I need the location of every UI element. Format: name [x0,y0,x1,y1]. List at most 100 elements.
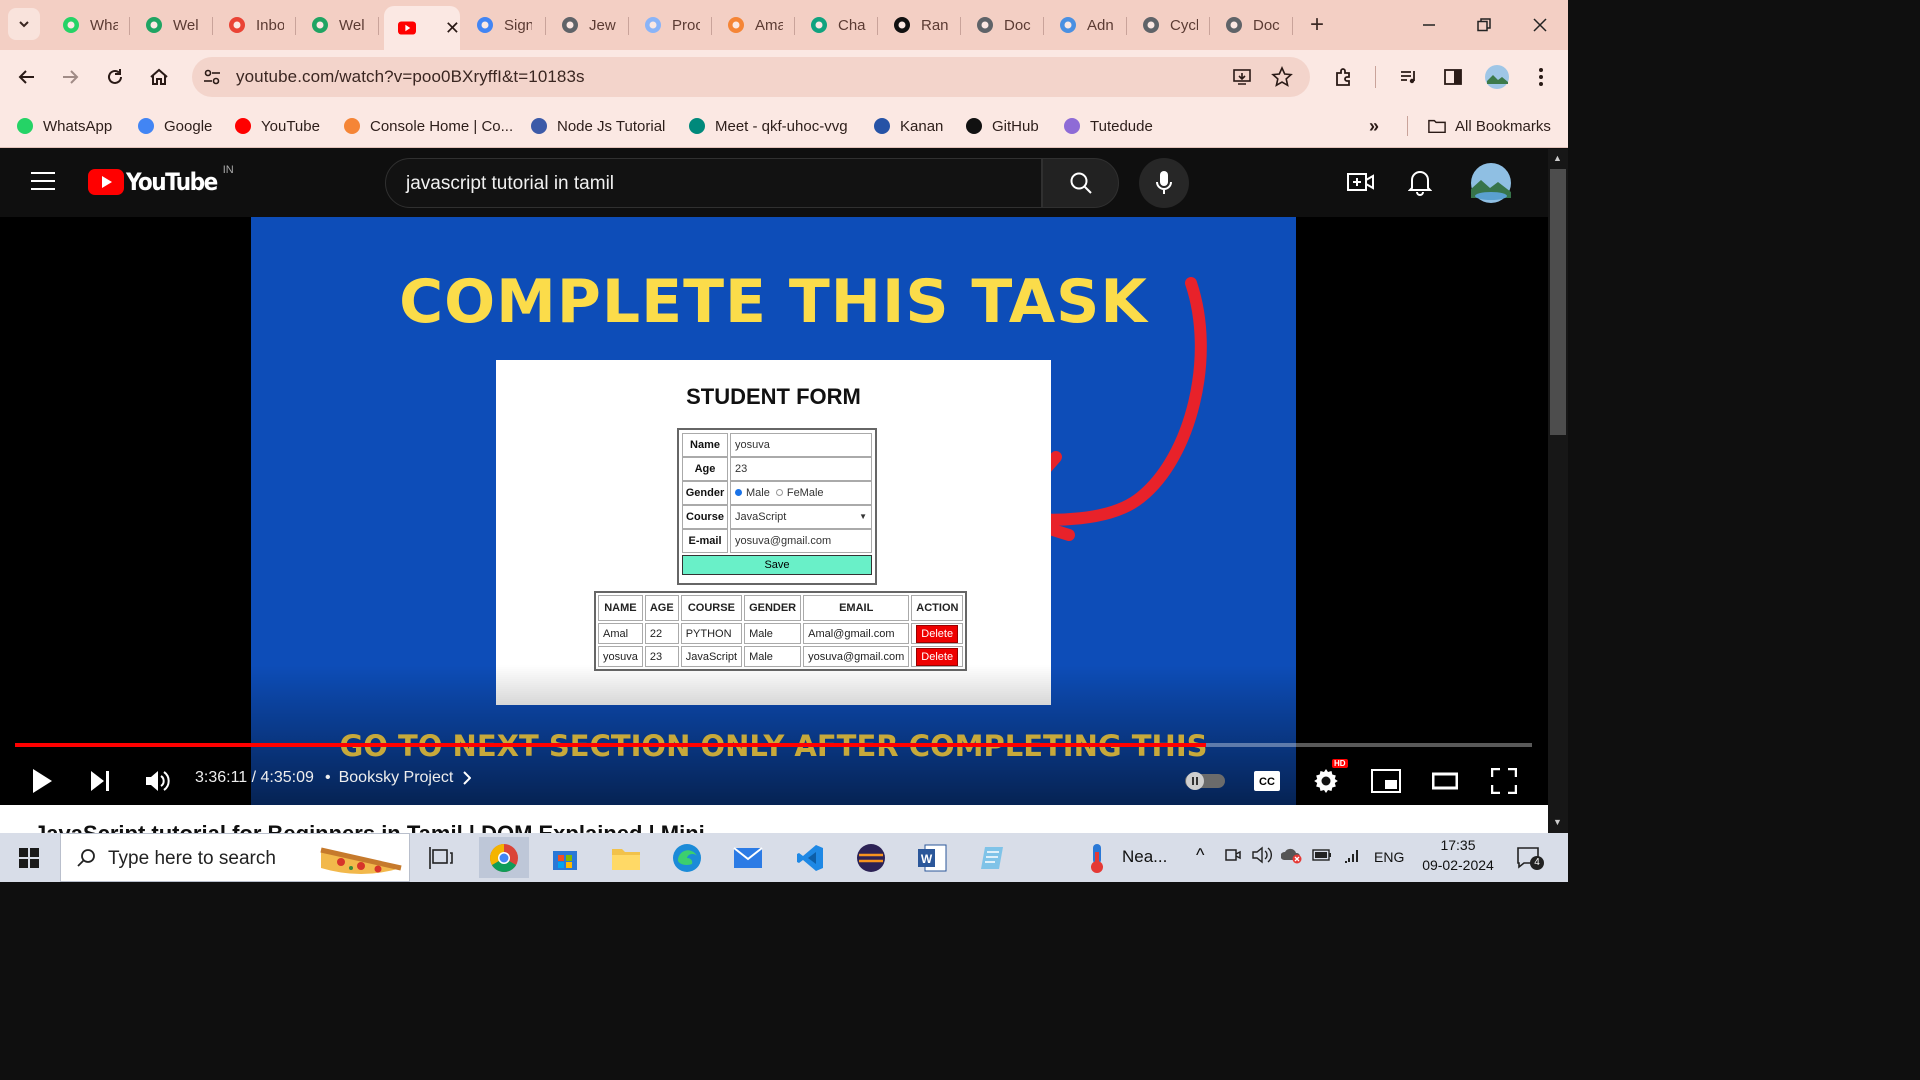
task-view-button[interactable] [416,837,466,878]
tab-search-button[interactable] [8,8,40,40]
bookmark-item[interactable]: Google [137,114,212,138]
browser-tab[interactable]: Wha [48,6,130,44]
taskbar-file-explorer[interactable] [601,837,651,878]
bookmark-star-icon[interactable] [1271,66,1293,88]
table-cell: 23 [644,646,679,667]
subtitles-button[interactable]: CC [1247,761,1287,801]
browser-tab[interactable]: Proc [630,6,712,44]
play-button[interactable] [22,761,62,801]
browser-tab[interactable]: Cha [796,6,878,44]
bookmark-item[interactable]: GitHub [965,114,1039,138]
youtube-logo[interactable]: YouTube IN [88,164,234,196]
show-hidden-icons-icon[interactable]: ^ [1196,845,1204,866]
wifi-icon[interactable] [1343,846,1363,868]
search-input[interactable]: javascript tutorial in tamil [385,158,1042,208]
browser-tab[interactable]: Ran [879,6,961,44]
close-tab-icon[interactable]: ✕ [445,18,460,39]
bookmark-label: Kanan [900,117,944,135]
forward-button[interactable] [54,61,86,93]
browser-tab[interactable]: Ama [713,6,795,44]
notification-center-button[interactable]: 4 [1516,846,1544,875]
profile-button[interactable] [1481,61,1513,93]
browser-tab[interactable]: Adn [1045,6,1127,44]
progress-bar[interactable] [15,743,1532,747]
taskbar-eclipse[interactable] [846,837,896,878]
search-button[interactable] [1042,158,1119,208]
battery-icon[interactable] [1312,848,1332,866]
miniplayer-button[interactable] [1366,761,1406,801]
minimize-button[interactable] [1414,10,1444,40]
taskbar-search[interactable]: Type here to search [60,833,410,882]
scroll-down-icon[interactable]: ▼ [1553,817,1562,827]
weather-widget[interactable] [1086,842,1108,879]
google-icon [137,117,155,135]
browser-tab[interactable]: Wel [131,6,213,44]
side-panel-button[interactable] [1437,61,1469,93]
browser-tab[interactable]: Wel [297,6,379,44]
globe-icon [976,16,994,34]
account-avatar[interactable] [1471,163,1511,208]
close-window-button[interactable] [1525,10,1555,40]
new-tab-button[interactable]: + [1304,11,1330,38]
browser-tab[interactable]: Inbo [214,6,296,44]
bookmark-item[interactable]: YouTube [234,114,320,138]
taskbar-word[interactable]: W [907,837,957,878]
start-button[interactable] [0,833,58,882]
speaker-icon[interactable] [1252,846,1272,868]
restore-icon [1477,18,1491,32]
notifications-button[interactable] [1407,168,1433,201]
scroll-up-icon[interactable]: ▲ [1553,153,1562,163]
create-button[interactable] [1347,170,1375,199]
bookmark-item[interactable]: Tutedude [1063,114,1153,138]
extensions-button[interactable] [1328,61,1360,93]
mute-button[interactable] [138,761,178,801]
bookmark-item[interactable]: Meet - qkf-uhoc-vvg [688,114,848,138]
browser-tab[interactable]: Doc [962,6,1044,44]
time-display: 3:36:11 / 4:35:09 [195,769,314,786]
bookmark-item[interactable]: WhatsApp [16,114,112,138]
taskbar-mail[interactable] [723,837,773,878]
clock[interactable]: 17:35 09-02-2024 [1418,837,1498,873]
chapter-button[interactable]: • Booksky Project [325,769,472,787]
autoplay-toggle[interactable] [1184,771,1226,796]
taskbar-notepad[interactable] [968,837,1018,878]
bookmark-item[interactable]: Console Home | Co... [343,114,513,138]
more-bookmarks-icon[interactable]: » [1369,116,1379,137]
closed-captions-icon: CC [1254,771,1280,791]
taskbar-chrome[interactable] [479,837,529,878]
install-app-icon[interactable] [1232,67,1252,87]
language-indicator[interactable]: ENG [1374,849,1404,865]
media-controls-button[interactable] [1393,61,1425,93]
taskbar-vscode[interactable] [785,837,835,878]
page-scrollbar[interactable]: ▲ ▼ [1548,149,1568,833]
settings-button[interactable]: HD [1306,759,1348,801]
video-player[interactable]: COMPLETE THIS TASK STUDENT FORM Name yosu… [0,217,1548,805]
bookmark-item[interactable]: Node Js Tutorial [530,114,665,138]
address-bar[interactable]: youtube.com/watch?v=poo0BXryffI&t=10183s [192,57,1310,97]
taskbar-store[interactable] [540,837,590,878]
back-button[interactable] [11,61,43,93]
onedrive-error-icon[interactable] [1280,846,1303,868]
menu-button[interactable] [31,171,55,196]
browser-tab[interactable]: Doc [1211,6,1293,44]
tab-label: Doc [1253,16,1280,34]
fullscreen-button[interactable] [1484,761,1524,801]
browser-tab[interactable]: Sign [462,6,546,44]
miniplayer-icon [1371,769,1401,793]
reload-button[interactable] [99,61,131,93]
home-button[interactable] [143,61,175,93]
browser-tab[interactable]: Cycl [1128,6,1210,44]
meet-now-icon[interactable] [1224,846,1242,868]
theater-mode-button[interactable] [1425,761,1465,801]
browser-tab[interactable]: ✕ [384,6,460,50]
all-bookmarks-button[interactable]: All Bookmarks [1428,114,1551,138]
chrome-menu-button[interactable] [1525,61,1557,93]
youtube-icon [88,169,124,195]
bookmark-item[interactable]: Kanan [873,114,943,138]
browser-tab[interactable]: Jew [547,6,629,44]
restore-button[interactable] [1469,10,1499,40]
taskbar-edge[interactable] [662,837,712,878]
next-button[interactable] [80,761,120,801]
scrollbar-thumb[interactable] [1550,169,1566,435]
voice-search-button[interactable] [1139,158,1189,208]
